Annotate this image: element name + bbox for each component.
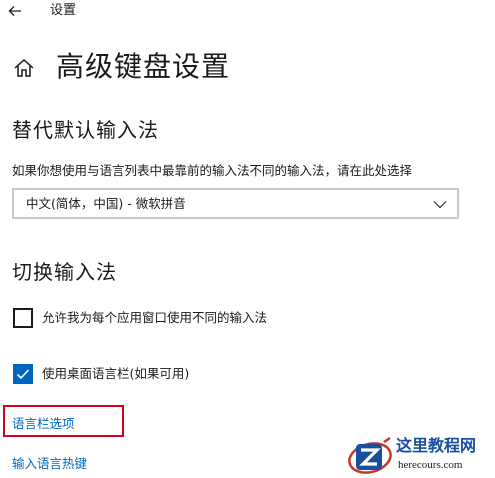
- watermark-logo-icon: [348, 436, 392, 474]
- window-title: 设置: [50, 3, 77, 18]
- watermark-domain: herecours.com: [398, 459, 463, 471]
- desktop-language-bar-option[interactable]: 使用桌面语言栏(如果可用): [13, 363, 189, 385]
- switch-input-heading: 切换输入法: [12, 260, 117, 284]
- back-arrow-icon: [8, 6, 21, 16]
- override-input-description: 如果你想使用与语言列表中最靠前的输入法不同的输入法，请在此处选择: [12, 163, 413, 178]
- home-icon[interactable]: [12, 56, 36, 80]
- per-app-input-option[interactable]: 允许我为每个应用窗口使用不同的输入法: [13, 307, 267, 329]
- per-app-input-checkbox[interactable]: [13, 308, 33, 328]
- page-title: 高级键盘设置: [56, 50, 231, 83]
- back-button[interactable]: [4, 0, 26, 22]
- language-bar-options-link[interactable]: 语言栏选项: [12, 415, 75, 433]
- per-app-input-label: 允许我为每个应用窗口使用不同的输入法: [42, 310, 268, 325]
- dropdown-selected-value: 中文(简体，中国) - 微软拼音: [26, 196, 186, 211]
- checkmark-icon: [16, 369, 30, 380]
- default-input-method-dropdown[interactable]: 中文(简体，中国) - 微软拼音: [12, 188, 459, 219]
- watermark: 这里教程网 herecours.com: [346, 432, 494, 478]
- desktop-language-bar-label: 使用桌面语言栏(如果可用): [42, 366, 190, 381]
- watermark-name: 这里教程网: [396, 436, 477, 455]
- input-language-hotkeys-link[interactable]: 输入语言热键: [12, 455, 87, 473]
- desktop-language-bar-checkbox[interactable]: [13, 364, 33, 384]
- override-input-heading: 替代默认输入法: [12, 118, 159, 142]
- chevron-down-icon: [433, 201, 447, 209]
